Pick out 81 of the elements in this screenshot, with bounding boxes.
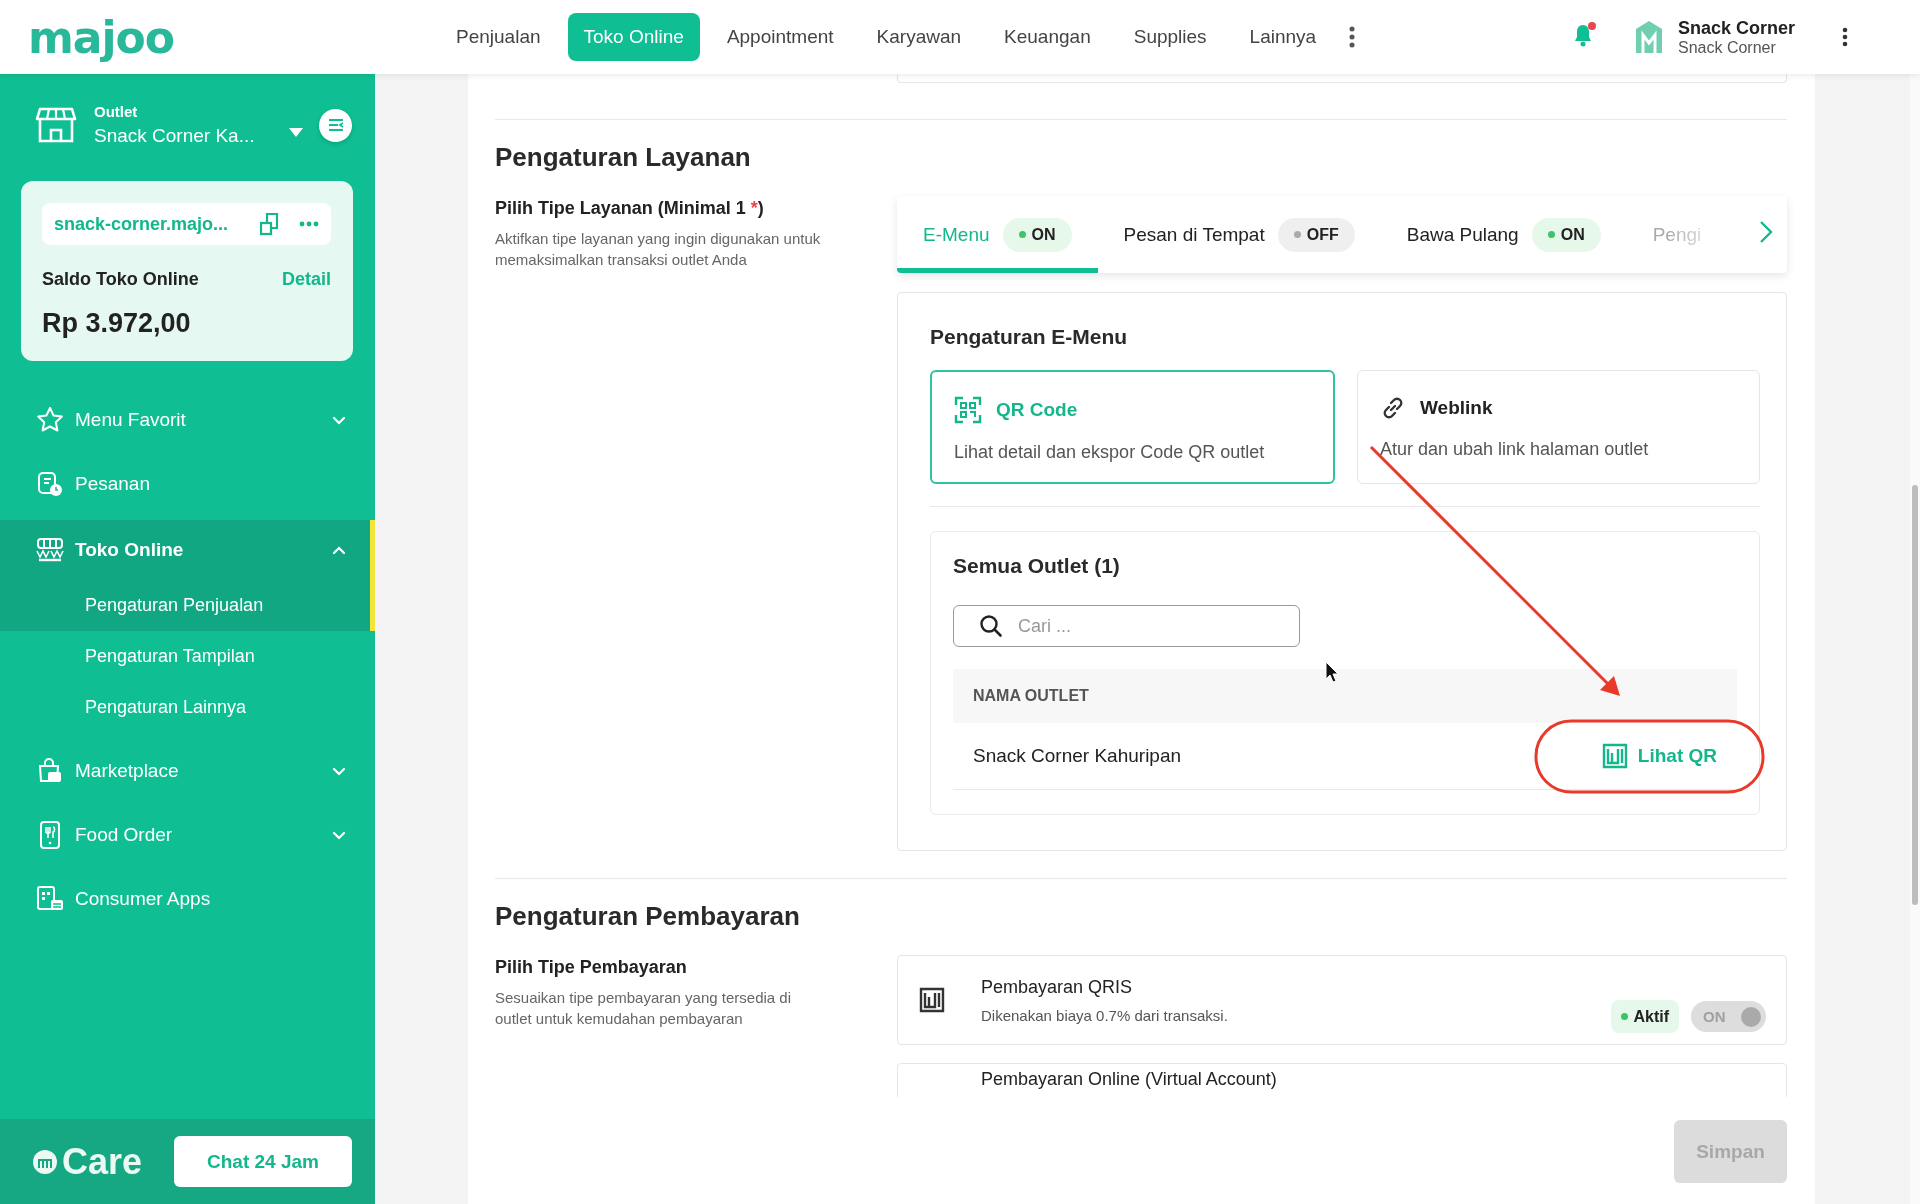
sidebar-item[interactable]: Menu Favorit [0,388,375,452]
nav-tab[interactable]: Penjualan [440,13,557,61]
chevron-right-icon[interactable] [1759,220,1773,244]
field-label: Pilih Tipe Layanan (Minimal 1 *) [495,198,765,219]
more-icon[interactable] [1349,26,1356,48]
qris-icon [1601,743,1628,769]
payment-method-description: Dikenakan biaya 0.7% dari transaksi. [981,1006,1229,1024]
chat-button[interactable]: Chat 24 Jam [174,1136,352,1187]
view-qr-button[interactable]: Lihat QR [1601,735,1717,777]
option-card[interactable]: QR Code Lihat detail dan ekspor Code QR outlet [930,370,1335,484]
search-icon [979,614,1003,638]
status-badge: OFF [1277,217,1355,252]
star-icon [36,406,64,434]
store-link[interactable]: snack-corner.majo... [54,213,259,235]
section-title: Pengaturan Layanan [495,142,752,173]
balance-amount: Rp 3.972,00 [42,308,192,339]
sidebar-subitem[interactable]: Pengaturan Tampilan [0,631,375,682]
balance-label: Saldo Toko Online [42,269,199,290]
phone-utensils-icon [38,820,62,850]
outlet-label: Outlet [94,103,139,120]
table-cell: Snack Corner Kahuripan [953,723,1421,790]
service-tab[interactable]: Pesan di Tempat OFF [1097,196,1381,273]
payment-method-name: Pembayaran QRIS [981,976,1134,998]
sidebar-item[interactable]: Toko Online [0,520,375,580]
sidebar-item[interactable]: Consumer Apps [0,867,375,931]
field-label: Pilih Tipe Pembayaran [495,957,688,978]
shopping-bag-icon [36,757,64,785]
more-icon[interactable] [1842,27,1848,47]
option-description: Lihat detail dan ekspor Code QR outlet [954,442,1266,463]
status-badge: Aktif [1611,1000,1679,1033]
nav-tab[interactable]: Appointment [710,13,850,61]
nav-tab[interactable]: Supplies [1117,13,1223,61]
service-tab[interactable]: Bawa Pulang ON [1380,196,1627,273]
menu-collapse-icon [327,119,344,131]
sidebar-item[interactable]: Pesanan [0,452,375,516]
copy-icon[interactable] [259,212,281,236]
option-card[interactable]: Weblink Atur dan ubah link halaman outlet [1357,370,1760,484]
sidebar-subitem[interactable]: Pengaturan Lainnya [0,682,375,733]
care-logo: Care [32,1140,174,1183]
user-subtitle: Snack Corner [1678,38,1777,57]
nav-tab[interactable]: Lainnya [1233,13,1333,61]
status-badge: ON [1002,217,1072,252]
chevron-icon [332,830,346,840]
field-description: Sesuaikan tipe pembayaran yang tersedia di outlet untuk kemudahan pembayaran [495,988,793,1029]
chevron-icon [332,545,346,555]
storefront-icon [35,537,65,563]
option-title: QR Code [996,399,1078,421]
store-icon [35,106,77,144]
scrollbar-thumb[interactable] [1912,485,1918,905]
service-tab[interactable]: E-Menu ON [897,196,1098,273]
field-description: Aktifkan tipe layanan yang ingin digunakan untuk memaksimalkan transaksi outlet Anda [495,229,822,270]
option-description: Atur dan ubah link halaman outlet [1380,439,1650,460]
option-title: Weblink [1420,397,1493,419]
chevron-icon [332,415,346,425]
column-header: NAMA OUTLET [953,669,1421,723]
qr-code-icon [954,396,982,424]
logo[interactable]: majoo [28,11,440,63]
sidebar-item[interactable]: Food Order [0,803,375,867]
panel-title: Pengaturan E-Menu [930,325,1129,349]
sidebar-item[interactable]: Marketplace [0,739,375,803]
receipt-clock-icon [36,470,64,498]
cursor-icon [1325,661,1339,683]
status-badge: ON [1531,217,1601,252]
nav-tab[interactable]: Keuangan [988,13,1107,61]
section-title: Pengaturan Pembayaran [495,901,801,932]
dropdown-caret-icon[interactable] [289,127,303,137]
detail-link[interactable]: Detail [281,269,331,290]
payment-method-name: Pembayaran Online (Virtual Account) [981,1069,1278,1090]
nav-tab[interactable]: Karyawan [860,13,978,61]
apps-icon [35,885,65,913]
user-name: Snack Corner [1678,17,1797,39]
nav-tab[interactable]: Toko Online [567,13,700,61]
search-field[interactable]: Cari ... [953,605,1300,647]
card-title: Semua Outlet (1) [953,554,1121,578]
qris-icon [919,987,945,1013]
service-tab[interactable]: Pengi [1626,196,1728,273]
outlet-name[interactable]: Snack Corner Ka... [94,125,289,147]
sidebar-subitem[interactable]: Pengaturan Penjualan [0,580,375,631]
chevron-icon [332,766,346,776]
bell-icon[interactable] [1572,23,1594,47]
collapse-menu-button[interactable] [319,108,352,142]
